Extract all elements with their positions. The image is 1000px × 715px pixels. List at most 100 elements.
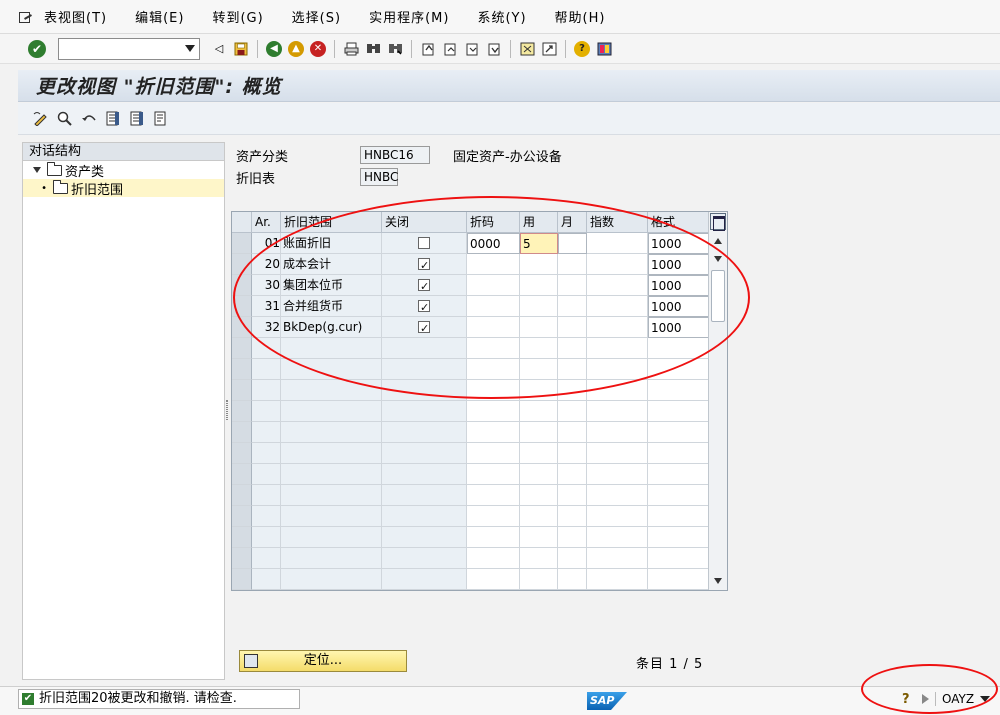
row-selector[interactable] [232,464,252,485]
dep-key-field[interactable] [467,317,520,338]
month-field[interactable] [558,275,587,296]
row-selector[interactable] [232,317,252,338]
layout-field[interactable]: 1000 [648,296,709,317]
scroll-thumb[interactable] [711,270,725,322]
dep-key-field[interactable]: 0000 [467,233,520,254]
closed-checkbox[interactable] [418,237,430,249]
shortcut-icon[interactable] [540,40,558,58]
row-selector[interactable] [232,296,252,317]
column-header-use[interactable]: 用 [520,212,558,233]
save-icon[interactable] [232,40,250,58]
dep-key-field[interactable] [467,275,520,296]
status-message[interactable]: ✔ 折旧范围20被更改和撤销. 请检查. [18,689,300,709]
menu-help[interactable]: 帮助(H) [555,7,606,26]
row-selector[interactable] [232,275,252,296]
row-selector[interactable] [232,506,252,527]
back-triangle-icon[interactable]: ◁ [210,40,228,58]
position-button[interactable]: 定位... [239,650,407,672]
month-field[interactable] [558,233,587,254]
column-header-month[interactable]: 月 [558,212,587,233]
month-field[interactable] [558,317,587,338]
tree-node-depreciation-area[interactable]: • 折旧范围 [23,179,224,198]
select-all-icon[interactable] [152,110,170,128]
print-icon[interactable] [342,40,360,58]
previous-page-icon[interactable] [441,40,459,58]
table-scrollbar[interactable] [708,212,727,590]
closed-checkbox[interactable] [418,298,430,316]
display-change-icon[interactable] [32,110,50,128]
row-selector[interactable] [232,485,252,506]
dep-key-field[interactable] [467,296,520,317]
status-expand-icon[interactable] [922,694,929,704]
use-field[interactable] [520,296,558,317]
layout-field[interactable]: 1000 [648,233,709,254]
status-help-icon[interactable]: ? [902,692,916,707]
new-session-icon[interactable] [518,40,536,58]
cancel-icon[interactable]: ✕ [309,40,327,58]
row-selector[interactable] [232,338,252,359]
expand-triangle-icon[interactable] [33,167,41,173]
find-next-icon[interactable] [386,40,404,58]
menu-table-view[interactable]: 表视图(T) [44,7,107,26]
undo-change-icon[interactable] [80,110,98,128]
row-selector[interactable] [232,254,252,275]
use-field[interactable]: 5 [520,233,558,254]
table-settings-icon[interactable] [710,213,726,231]
closed-checkbox[interactable] [418,256,430,274]
row-selector[interactable] [232,380,252,401]
row-selector[interactable] [232,443,252,464]
copy-as-icon[interactable] [104,110,122,128]
tree-node-asset-class[interactable]: 资产类 [23,161,224,180]
index-field[interactable] [587,296,648,317]
column-header-closed[interactable]: 关闭 [382,212,467,233]
system-menu-icon[interactable] [18,10,34,24]
row-selector[interactable] [232,359,252,380]
layout-field[interactable]: 1000 [648,254,709,275]
column-header-depreciation-area[interactable]: 折旧范围 [281,212,382,233]
delete-icon[interactable] [128,110,146,128]
next-page-icon[interactable] [463,40,481,58]
layout-menu-icon[interactable] [595,40,613,58]
menu-system[interactable]: 系统(Y) [477,7,526,26]
use-field[interactable] [520,254,558,275]
select-all-column[interactable] [232,212,252,233]
system-id[interactable]: OAYZ [935,692,991,706]
back-icon[interactable]: ◀ [265,40,283,58]
index-field[interactable] [587,275,648,296]
row-selector[interactable] [232,233,252,254]
find-icon[interactable] [364,40,382,58]
column-header-index[interactable]: 指数 [587,212,648,233]
closed-checkbox[interactable] [418,277,430,295]
scroll-down-icon[interactable] [714,578,722,584]
menu-select[interactable]: 选择(S) [292,7,341,26]
month-field[interactable] [558,296,587,317]
new-entries-icon[interactable] [56,110,74,128]
layout-field[interactable]: 1000 [648,317,709,338]
menu-utilities[interactable]: 实用程序(M) [369,7,449,26]
first-page-icon[interactable] [419,40,437,58]
dep-key-field[interactable] [467,254,520,275]
row-selector[interactable] [232,422,252,443]
row-selector[interactable] [232,527,252,548]
row-selector[interactable] [232,569,252,590]
column-header-layout[interactable]: 格式 [648,212,709,233]
month-field[interactable] [558,254,587,275]
layout-field[interactable]: 1000 [648,275,709,296]
chevron-down-icon[interactable] [185,44,195,52]
chevron-down-icon[interactable] [980,696,991,702]
help-icon[interactable]: ? [573,40,591,58]
exit-icon[interactable]: ▲ [287,40,305,58]
command-field[interactable] [58,37,200,60]
index-field[interactable] [587,254,648,275]
column-header-dep-key[interactable]: 折码 [467,212,520,233]
column-header-area[interactable]: Ar. [252,212,281,233]
pane-splitter[interactable] [226,400,228,420]
enter-icon[interactable]: ✔ [28,39,46,58]
scroll-down-small-icon[interactable] [714,256,722,262]
index-field[interactable] [587,233,648,254]
last-page-icon[interactable] [485,40,503,58]
use-field[interactable] [520,317,558,338]
use-field[interactable] [520,275,558,296]
row-selector[interactable] [232,548,252,569]
menu-edit[interactable]: 编辑(E) [135,7,184,26]
